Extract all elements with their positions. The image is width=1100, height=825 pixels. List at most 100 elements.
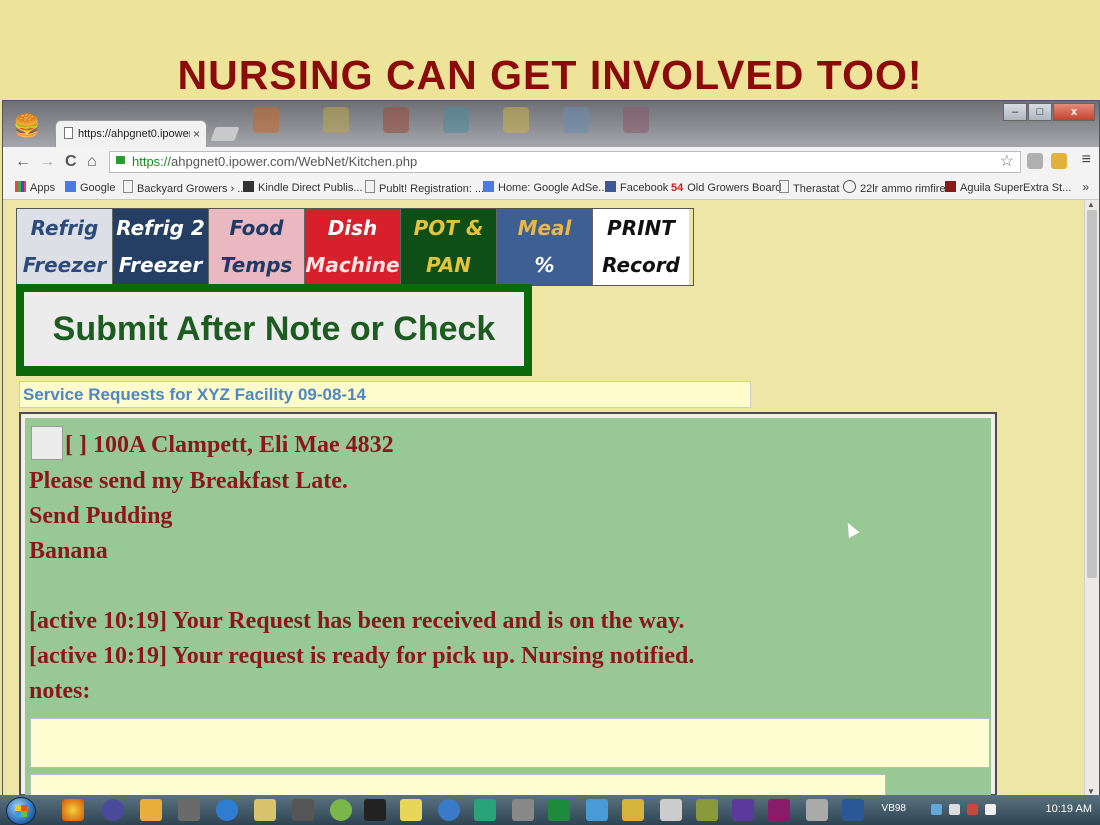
bookmark-aguila[interactable]: Aguila SuperExtra St... bbox=[945, 180, 1071, 196]
nav-button-dish-machine[interactable]: Dish Machine bbox=[305, 209, 401, 285]
blurred-background-icon bbox=[383, 107, 409, 133]
visual-studio-icon[interactable] bbox=[732, 799, 754, 821]
folder-icon[interactable] bbox=[254, 799, 276, 821]
app-icon[interactable] bbox=[438, 799, 460, 821]
scroll-up-icon[interactable]: ▲ bbox=[1087, 200, 1095, 209]
bookmark-label: Old Growers Board bbox=[687, 182, 782, 194]
network-icon[interactable] bbox=[931, 804, 942, 815]
start-button-icon[interactable] bbox=[6, 797, 36, 825]
clock[interactable]: 10:19 AM bbox=[1046, 803, 1092, 815]
burger-app-icon: 🍔 bbox=[13, 113, 41, 138]
bookmark-backyard-growers[interactable]: Backyard Growers › ... bbox=[123, 180, 246, 197]
back-icon[interactable]: ← bbox=[15, 151, 31, 173]
power-icon[interactable] bbox=[985, 804, 996, 815]
bookmark-ammo[interactable]: 22lr ammo rimfire bbox=[843, 180, 946, 197]
status-line: [active 10:19] Your Request has been rec… bbox=[29, 608, 685, 634]
nav-button-pot-pan[interactable]: POT & PAN bbox=[401, 209, 497, 285]
request-checkbox[interactable] bbox=[31, 426, 63, 460]
word-icon[interactable] bbox=[842, 799, 864, 821]
extension-icon[interactable] bbox=[1027, 153, 1043, 169]
tab-close-icon[interactable]: × bbox=[193, 121, 200, 147]
bookmark-label: Facebook bbox=[620, 182, 669, 194]
request-line: Banana bbox=[29, 538, 108, 564]
window-controls: – □ x bbox=[1002, 103, 1095, 121]
page-icon bbox=[365, 180, 375, 193]
nav-button-food-temps[interactable]: Food Temps bbox=[209, 209, 305, 285]
app-icon[interactable] bbox=[660, 799, 682, 821]
bookmark-adsense[interactable]: Home: Google AdSe... bbox=[483, 180, 607, 196]
menu-icon[interactable]: ≡ bbox=[1082, 151, 1091, 169]
bookmark-old-growers[interactable]: 54 Old Growers Board bbox=[671, 180, 781, 196]
tray-label: VB98 bbox=[881, 803, 906, 814]
maximize-icon[interactable]: □ bbox=[1028, 103, 1052, 121]
command-prompt-icon[interactable] bbox=[364, 799, 386, 821]
url-path: ahpgnet0.ipower.com/WebNet/Kitchen.php bbox=[171, 154, 418, 169]
bookmark-google[interactable]: Google bbox=[65, 180, 115, 196]
nav-button-line1: Meal bbox=[517, 216, 572, 240]
notes-icon[interactable] bbox=[400, 799, 422, 821]
app-icon[interactable] bbox=[622, 799, 644, 821]
bookmark-label: Kindle Direct Publis... bbox=[258, 182, 363, 194]
app-icon[interactable] bbox=[586, 799, 608, 821]
app-icon[interactable] bbox=[548, 799, 570, 821]
target-icon bbox=[843, 180, 856, 193]
blurred-background-icon bbox=[563, 107, 589, 133]
badge-54-icon: 54 bbox=[671, 182, 684, 194]
nav-button-line1: Refrig bbox=[30, 216, 99, 240]
notes-input[interactable] bbox=[30, 718, 990, 768]
browser-window: 🍔 https://ahpgnet0.ipower.c × – □ x ← → … bbox=[2, 100, 1100, 797]
service-requests-header: Service Requests for XYZ Facility 09-08-… bbox=[19, 381, 751, 408]
app-icon[interactable] bbox=[806, 799, 828, 821]
nav-button-line1: PRINT bbox=[607, 216, 675, 240]
nav-button-line1: Dish bbox=[327, 216, 378, 240]
bookmark-publt[interactable]: Publt! Registration: ... bbox=[365, 180, 484, 197]
app-icon[interactable] bbox=[330, 799, 352, 821]
minimize-icon[interactable]: – bbox=[1003, 103, 1027, 121]
app-icon[interactable] bbox=[768, 799, 790, 821]
nav-button-line2: Record bbox=[602, 253, 680, 277]
download-extension-icon[interactable] bbox=[1051, 153, 1067, 169]
forward-icon[interactable]: → bbox=[39, 151, 55, 173]
vertical-scrollbar[interactable]: ▲ ▼ bbox=[1084, 200, 1099, 796]
blurred-background-icon bbox=[443, 107, 469, 133]
nav-button-refrig-2-freezer[interactable]: Refrig 2 Freezer bbox=[113, 209, 209, 285]
reload-icon[interactable]: C bbox=[65, 151, 77, 173]
bookmark-therastat[interactable]: Therastat bbox=[779, 180, 839, 197]
bookmark-apps[interactable]: Apps bbox=[15, 180, 55, 196]
new-tab-button[interactable] bbox=[210, 127, 240, 141]
cursor-app-icon[interactable] bbox=[512, 799, 534, 821]
app-icon[interactable] bbox=[292, 799, 314, 821]
volume-icon[interactable] bbox=[967, 804, 978, 815]
nav-button-print-record[interactable]: PRINT Record bbox=[593, 209, 689, 285]
app-icon[interactable] bbox=[696, 799, 718, 821]
scrollbar-thumb[interactable] bbox=[1087, 210, 1097, 578]
close-window-icon[interactable]: x bbox=[1053, 103, 1095, 121]
google-icon bbox=[483, 181, 494, 192]
app-icon[interactable] bbox=[140, 799, 162, 821]
submit-frame: Submit After Note or Check bbox=[16, 284, 532, 376]
blurred-background-icon bbox=[253, 107, 279, 133]
request-card: [ ] 100A Clampett, Eli Mae 4832 Please s… bbox=[25, 418, 991, 796]
bookmarks-overflow-icon[interactable]: » bbox=[1082, 180, 1089, 194]
chrome-icon[interactable] bbox=[62, 799, 84, 821]
bookmark-facebook[interactable]: Facebook bbox=[605, 180, 668, 196]
nav-button-line2: Temps bbox=[220, 253, 293, 277]
app-icon[interactable] bbox=[178, 799, 200, 821]
bookmark-kindle[interactable]: Kindle Direct Publis... bbox=[243, 180, 363, 196]
bookmark-star-icon[interactable]: ☆ bbox=[1000, 152, 1014, 172]
facebook-icon bbox=[605, 181, 616, 192]
eclipse-icon[interactable] bbox=[102, 799, 124, 821]
signal-icon[interactable] bbox=[949, 804, 960, 815]
publisher-icon[interactable] bbox=[474, 799, 496, 821]
notes-input-secondary[interactable] bbox=[30, 774, 886, 796]
address-bar[interactable]: https://ahpgnet0.ipower.com/WebNet/Kitch… bbox=[109, 151, 1021, 173]
blurred-background-icon bbox=[623, 107, 649, 133]
browser-tab-kitchen[interactable]: https://ahpgnet0.ipower.c × bbox=[55, 120, 207, 147]
bookmarks-bar: Apps Google Backyard Growers › ... Kindl… bbox=[3, 177, 1099, 200]
nav-button-meal-[interactable]: Meal% bbox=[497, 209, 593, 285]
submit-button[interactable]: Submit After Note or Check bbox=[24, 292, 524, 366]
internet-explorer-icon[interactable] bbox=[216, 799, 238, 821]
home-icon[interactable]: ⌂ bbox=[87, 151, 97, 173]
nav-button-refrig-freezer[interactable]: Refrig Freezer bbox=[17, 209, 113, 285]
bookmark-label: Home: Google AdSe... bbox=[498, 182, 608, 194]
